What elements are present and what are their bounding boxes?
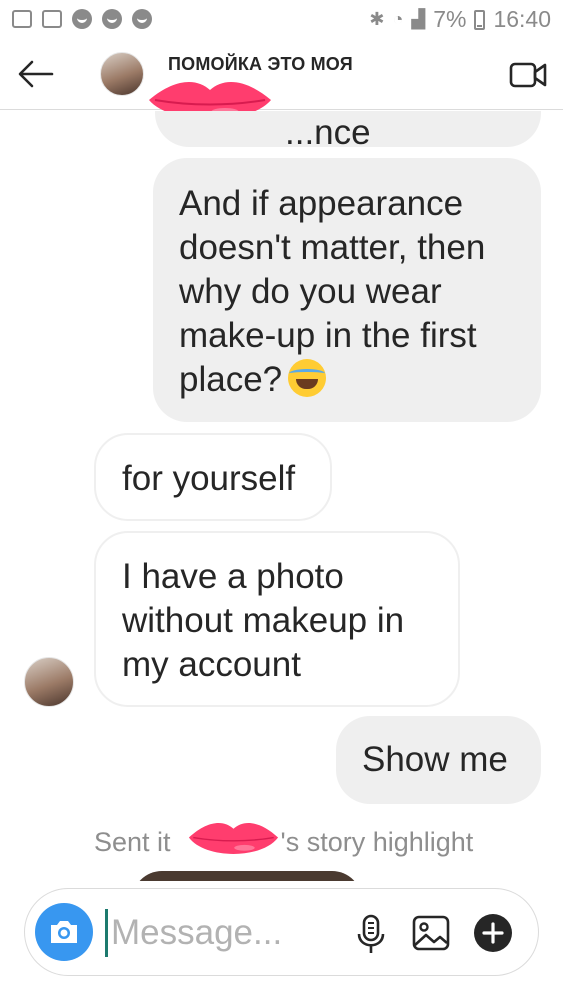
- video-call-button[interactable]: [509, 58, 549, 92]
- back-arrow-icon: [18, 60, 54, 88]
- microphone-icon: [357, 914, 385, 953]
- video-camera-icon: [509, 62, 547, 88]
- app-notification-icon: [102, 9, 122, 29]
- message-bubble-incoming[interactable]: I have a photo without makeup in my acco…: [94, 531, 460, 707]
- image-notification-icon: [42, 10, 62, 28]
- image-icon: [412, 915, 450, 951]
- message-bubble-outgoing[interactable]: Show me: [336, 716, 541, 804]
- battery-icon: [474, 9, 486, 30]
- more-options-button[interactable]: [473, 913, 513, 953]
- contact-name[interactable]: ПОМОЙКА ЭТО МОЯ: [168, 54, 353, 75]
- story-highlight-thumbnail[interactable]: [132, 871, 362, 881]
- back-button[interactable]: [14, 52, 58, 96]
- voice-message-button[interactable]: [353, 913, 389, 955]
- app-notification-icon: [72, 9, 92, 29]
- status-bar: ✱ ◔ ▟ 7% 16:40: [0, 0, 563, 38]
- chat-header: ПОМОЙКА ЭТО МОЯ: [0, 38, 563, 120]
- gallery-button[interactable]: [411, 913, 451, 953]
- message-text: Show me: [362, 740, 508, 779]
- message-text: I have a photo without makeup in my acco…: [122, 557, 405, 684]
- contact-avatar[interactable]: [100, 52, 144, 96]
- message-bubble-incoming[interactable]: for yourself: [94, 433, 332, 521]
- message-text: for yourself: [122, 459, 296, 498]
- battery-percent: 7%: [433, 6, 467, 32]
- system-status: ✱ ◔ ▟ 7% 16:40: [369, 6, 551, 33]
- story-note-suffix: 's story highlight: [280, 827, 474, 857]
- message-text: ...nce: [285, 113, 371, 152]
- app-notification-icon: [132, 9, 152, 29]
- story-note-prefix: Sent it: [94, 827, 171, 857]
- camera-icon: [51, 921, 77, 943]
- signal-icon: ▟: [411, 9, 426, 29]
- message-input[interactable]: [111, 907, 341, 959]
- camera-button[interactable]: [35, 903, 93, 961]
- message-composer: [24, 888, 539, 976]
- clock: 16:40: [493, 6, 551, 32]
- message-bubble-outgoing[interactable]: ...nce: [155, 111, 541, 152]
- message-text: And if appearance doesn't matter, then w…: [179, 184, 486, 399]
- lips-sticker-redaction: [186, 817, 281, 861]
- story-highlight-note: Sent it 's story highlight: [94, 827, 473, 858]
- tears-of-joy-emoji-icon: [288, 359, 327, 397]
- message-thread[interactable]: ...nce And if appearance doesn't matter,…: [0, 111, 563, 881]
- wifi-icon: ◔: [392, 9, 404, 29]
- plus-circle-icon: [474, 914, 512, 952]
- text-cursor: [105, 909, 108, 957]
- mail-notification-icon: [12, 10, 32, 28]
- bluetooth-icon: ✱: [369, 9, 385, 29]
- message-bubble-outgoing[interactable]: And if appearance doesn't matter, then w…: [153, 158, 541, 422]
- sender-avatar[interactable]: [24, 657, 74, 707]
- notification-icons: [12, 9, 152, 29]
